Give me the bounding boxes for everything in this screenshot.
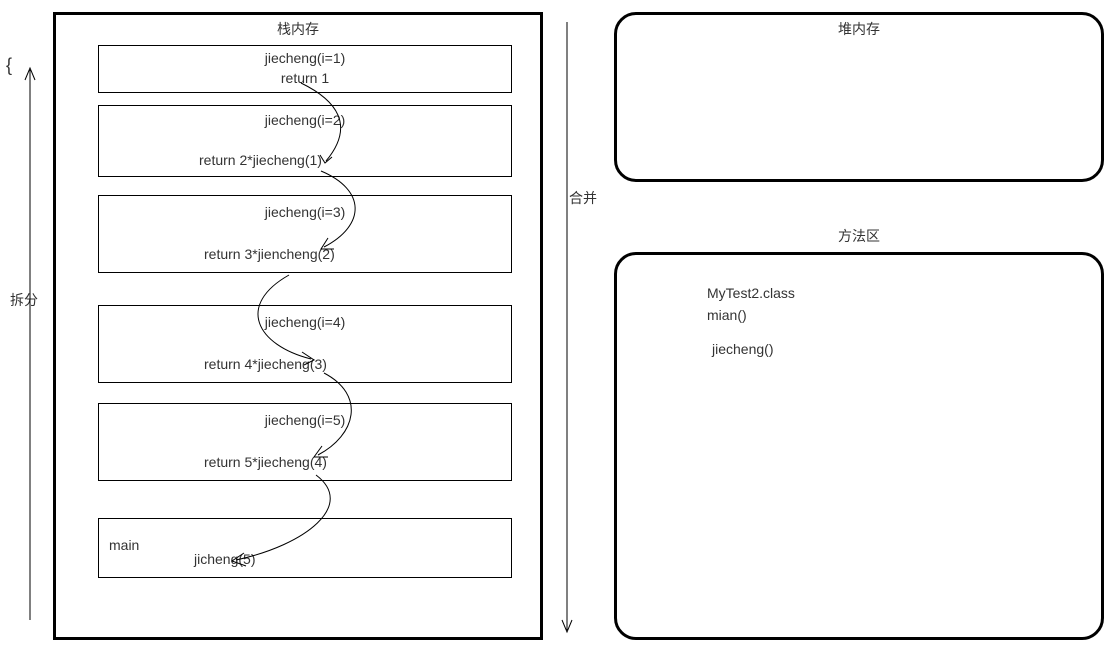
stack-frame-1: jiecheng(i=1) return 1 bbox=[98, 45, 512, 93]
method-area-title: 方法区 bbox=[614, 226, 1104, 246]
stack-frame-3: jiecheng(i=3) return 3*jiencheng(2) bbox=[98, 195, 512, 273]
main-call: jicheng(5) bbox=[194, 551, 255, 567]
main-label: main bbox=[109, 537, 139, 553]
frame-return: return 1 bbox=[99, 70, 511, 86]
stack-frame-4: jiecheng(i=4) return 4*jiecheng(3) bbox=[98, 305, 512, 383]
method-line-main: mian() bbox=[707, 307, 747, 323]
frame-return: return 2*jiecheng(1) bbox=[199, 152, 322, 168]
frame-return: return 3*jiencheng(2) bbox=[204, 246, 335, 262]
frame-call: jiecheng(i=4) bbox=[99, 314, 511, 330]
split-arrow bbox=[0, 0, 50, 653]
merge-label: 合并 bbox=[569, 188, 597, 208]
split-label: 拆分 bbox=[10, 290, 38, 310]
frame-call: jiecheng(i=3) bbox=[99, 204, 511, 220]
stack-title: 栈内存 bbox=[56, 19, 540, 39]
stack-frame-2: jiecheng(i=2) return 2*jiecheng(1) bbox=[98, 105, 512, 177]
merge-arrow bbox=[555, 0, 585, 653]
frame-call: jiecheng(i=5) bbox=[99, 412, 511, 428]
method-line-jiecheng: jiecheng() bbox=[712, 341, 773, 357]
left-brace: { bbox=[6, 55, 12, 76]
heap-title: 堆内存 bbox=[617, 19, 1101, 39]
frame-call: jiecheng(i=1) bbox=[99, 50, 511, 66]
method-area-box: MyTest2.class mian() jiecheng() bbox=[614, 252, 1104, 640]
frame-call: jiecheng(i=2) bbox=[99, 112, 511, 128]
frame-return: return 4*jiecheng(3) bbox=[204, 356, 327, 372]
stack-frame-main: main jicheng(5) bbox=[98, 518, 512, 578]
stack-memory-box: 栈内存 jiecheng(i=1) return 1 jiecheng(i=2)… bbox=[53, 12, 543, 640]
method-line-class: MyTest2.class bbox=[707, 285, 795, 301]
frame-return: return 5*jiecheng(4) bbox=[204, 454, 327, 470]
heap-memory-box: 堆内存 bbox=[614, 12, 1104, 182]
stack-frame-5: jiecheng(i=5) return 5*jiecheng(4) bbox=[98, 403, 512, 481]
